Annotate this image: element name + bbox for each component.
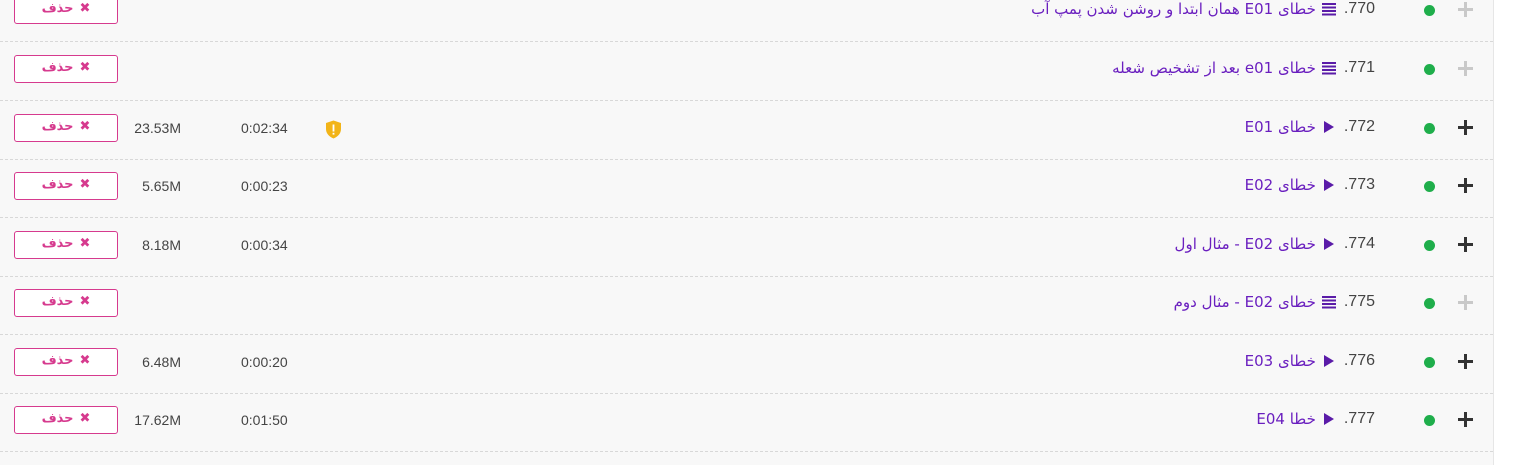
duration: 0:00:23 <box>241 178 288 194</box>
item-title-link[interactable]: خطا E04 <box>1256 410 1316 428</box>
delete-label: حذف <box>41 352 74 368</box>
delete-label: حذف <box>41 235 74 251</box>
plus-icon[interactable] <box>1458 120 1473 135</box>
item-title-group: 772. خطای E01 <box>1245 118 1375 136</box>
close-icon: ✖ <box>79 352 91 368</box>
file-size: 5.65M <box>142 178 181 194</box>
plus-icon[interactable] <box>1458 237 1473 252</box>
delete-button[interactable]: ✖ حذف <box>14 289 118 317</box>
item-title-link[interactable]: خطای E02 - مثال دوم <box>1174 293 1316 311</box>
plus-icon[interactable] <box>1458 2 1473 17</box>
status-dot <box>1424 415 1435 426</box>
delete-button[interactable]: ✖ حذف <box>14 406 118 434</box>
item-title-group: 775. خطای E02 - مثال دوم <box>1174 293 1375 311</box>
file-size: 8.18M <box>142 237 181 253</box>
plus-icon[interactable] <box>1458 354 1473 369</box>
list-item: ✖ حذف 8.18M 0:00:34 774. خطای E02 - مثال … <box>0 218 1493 277</box>
item-title-link[interactable]: خطای E01 همان ابتدا و روشن شدن پمپ آب <box>1031 0 1316 18</box>
delete-label: حذف <box>41 293 74 309</box>
close-icon: ✖ <box>79 118 91 134</box>
warning-shield-icon <box>326 120 341 139</box>
list-item: ✖ حذف 17.62M 0:01:50 777. خطا E04 <box>0 393 1493 452</box>
status-dot <box>1424 123 1435 134</box>
close-icon: ✖ <box>79 235 91 251</box>
status-dot <box>1424 298 1435 309</box>
item-number: 771. <box>1343 59 1375 76</box>
item-title-group: 771. خطای e01 بعد از تشخیص شعله <box>1112 59 1375 77</box>
delete-button[interactable]: ✖ حذف <box>14 0 118 24</box>
item-title-group: 777. خطا E04 <box>1256 410 1375 428</box>
play-icon <box>1323 238 1334 250</box>
play-icon <box>1323 413 1334 425</box>
file-size: 6.48M <box>142 354 181 370</box>
delete-button[interactable]: ✖ حذف <box>14 114 118 142</box>
list-item: ✖ حذف 23.53M 0:02:34 772. خطای E01 <box>0 101 1493 160</box>
delete-label: حذف <box>41 59 74 75</box>
delete-label: حذف <box>41 118 74 134</box>
close-icon: ✖ <box>79 0 91 16</box>
plus-icon[interactable] <box>1458 61 1473 76</box>
item-number: 774. <box>1343 235 1375 252</box>
play-icon <box>1323 121 1334 133</box>
delete-label: حذف <box>41 176 74 192</box>
delete-label: حذف <box>41 410 74 426</box>
item-title-group: 776. خطای E03 <box>1245 352 1375 370</box>
status-dot <box>1424 64 1435 75</box>
item-number: 777. <box>1343 410 1375 427</box>
item-number: 772. <box>1343 118 1375 135</box>
delete-button[interactable]: ✖ حذف <box>14 231 118 259</box>
close-icon: ✖ <box>79 176 91 192</box>
plus-icon[interactable] <box>1458 178 1473 193</box>
delete-label: حذف <box>41 0 74 16</box>
delete-button[interactable]: ✖ حذف <box>14 348 118 376</box>
item-title-link[interactable]: خطای e01 بعد از تشخیص شعله <box>1112 59 1316 77</box>
delete-button[interactable]: ✖ حذف <box>14 172 118 200</box>
close-icon: ✖ <box>79 293 91 309</box>
delete-button[interactable]: ✖ حذف <box>14 55 118 83</box>
item-title-link[interactable]: خطای E02 - مثال اول <box>1175 235 1316 253</box>
item-number: 775. <box>1343 293 1375 310</box>
lesson-list-panel: ✖ حذف 770. خطای E01 همان ابتدا و روشن شدن… <box>0 0 1494 465</box>
status-dot <box>1424 181 1435 192</box>
item-title-group: 774. خطای E02 - مثال اول <box>1175 235 1375 253</box>
plus-icon[interactable] <box>1458 412 1473 427</box>
list-item: ✖ حذف 6.48M 0:00:20 776. خطای E03 <box>0 335 1493 394</box>
item-number: 776. <box>1343 352 1375 369</box>
status-dot <box>1424 357 1435 368</box>
close-icon: ✖ <box>79 59 91 75</box>
file-size: 17.62M <box>134 412 181 428</box>
item-title-link[interactable]: خطای E01 <box>1245 118 1316 136</box>
duration: 0:00:34 <box>241 237 288 253</box>
list-icon <box>1321 62 1336 75</box>
list-item: ✖ حذف 775. خطای E02 - مثال دوم <box>0 276 1493 335</box>
duration: 0:00:20 <box>241 354 288 370</box>
close-icon: ✖ <box>79 410 91 426</box>
status-dot <box>1424 240 1435 251</box>
item-title-link[interactable]: خطای E03 <box>1245 352 1316 370</box>
list-icon <box>1321 296 1336 309</box>
plus-icon[interactable] <box>1458 295 1473 310</box>
item-title-group: 773. خطای E02 <box>1245 176 1375 194</box>
item-number: 773. <box>1343 176 1375 193</box>
duration: 0:01:50 <box>241 412 288 428</box>
duration: 0:02:34 <box>241 120 288 136</box>
file-size: 23.53M <box>134 120 181 136</box>
item-number: 770. <box>1343 0 1375 17</box>
play-icon <box>1323 179 1334 191</box>
list-item: ✖ حذف 771. خطای e01 بعد از تشخیص شعله <box>0 42 1493 101</box>
item-title-group: 770. خطای E01 همان ابتدا و روشن شدن پمپ … <box>1031 0 1375 18</box>
list-item: ✖ حذف 5.65M 0:00:23 773. خطای E02 <box>0 159 1493 218</box>
list-item: ✖ حذف 770. خطای E01 همان ابتدا و روشن شدن… <box>0 0 1493 42</box>
list-icon <box>1321 3 1336 16</box>
item-title-link[interactable]: خطای E02 <box>1245 176 1316 194</box>
play-icon <box>1323 355 1334 367</box>
status-dot <box>1424 5 1435 16</box>
